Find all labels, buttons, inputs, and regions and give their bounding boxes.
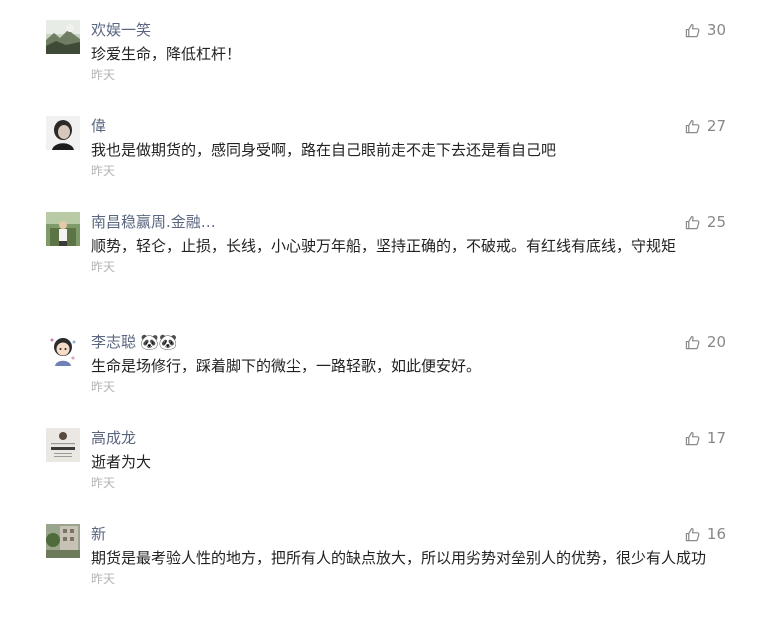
like-count: 17 [706, 429, 726, 447]
nickname-text: 李志聪 [91, 333, 137, 351]
like-count: 20 [706, 333, 726, 351]
like-button[interactable]: 20 [685, 332, 726, 352]
like-count: 16 [706, 525, 726, 543]
comment-text: 逝者为大 [91, 453, 152, 471]
avatar[interactable] [46, 212, 80, 246]
like-button[interactable]: 30 [685, 20, 726, 40]
comment-nickname[interactable]: 偉 [91, 116, 711, 136]
thumbs-up-icon [685, 215, 700, 229]
comment-time: 昨天 [91, 164, 116, 178]
like-count: 27 [706, 117, 726, 135]
thumbs-up-icon [685, 335, 700, 349]
thumbs-up-icon [685, 527, 700, 541]
thumbs-up-icon [685, 431, 700, 445]
comment-text: 顺势，轻仑，止损，长线，小心驶万年船，坚持正确的，不破戒。有红线有底线，守规矩 [91, 237, 677, 255]
like-count: 30 [706, 21, 726, 39]
comment-text: 期货是最考验人性的地方，把所有人的缺点放大，所以用劣势对垒别人的优势，很少有人成… [91, 549, 707, 567]
comment-nickname[interactable]: 高成龙 [91, 428, 711, 448]
comment-nickname[interactable]: 欢娱一笑 [91, 20, 711, 40]
comment-nickname[interactable]: 李志聪 🐼🐼 [91, 332, 711, 352]
panda-emoji-badge: 🐼🐼 [140, 333, 178, 351]
comment-text: 珍爱生命，降低杠杆！ [91, 45, 242, 63]
comment-time: 昨天 [91, 476, 116, 490]
avatar[interactable] [46, 428, 80, 462]
comment-nickname[interactable]: 南昌稳赢周.金融… [91, 212, 711, 232]
thumbs-up-icon [685, 119, 700, 133]
thumbs-up-icon [685, 23, 700, 37]
like-button[interactable]: 16 [685, 524, 726, 544]
avatar[interactable] [46, 20, 80, 54]
like-button[interactable]: 27 [685, 116, 726, 136]
comment-time: 昨天 [91, 380, 116, 394]
comment-text: 我也是做期货的，感同身受啊，路在自己眼前走不走下去还是看自己吧 [91, 141, 557, 159]
avatar[interactable] [46, 116, 80, 150]
comment-time: 昨天 [91, 68, 116, 82]
like-button[interactable]: 17 [685, 428, 726, 448]
avatar[interactable] [46, 332, 80, 366]
avatar[interactable] [46, 524, 80, 558]
comment-time: 昨天 [91, 260, 116, 274]
like-count: 25 [706, 213, 726, 231]
comment-text: 生命是场修行，踩着脚下的微尘，一路轻歌，如此便安好。 [91, 357, 482, 375]
comment-nickname[interactable]: 新 [91, 524, 711, 544]
comment-time: 昨天 [91, 572, 116, 586]
like-button[interactable]: 25 [685, 212, 726, 232]
